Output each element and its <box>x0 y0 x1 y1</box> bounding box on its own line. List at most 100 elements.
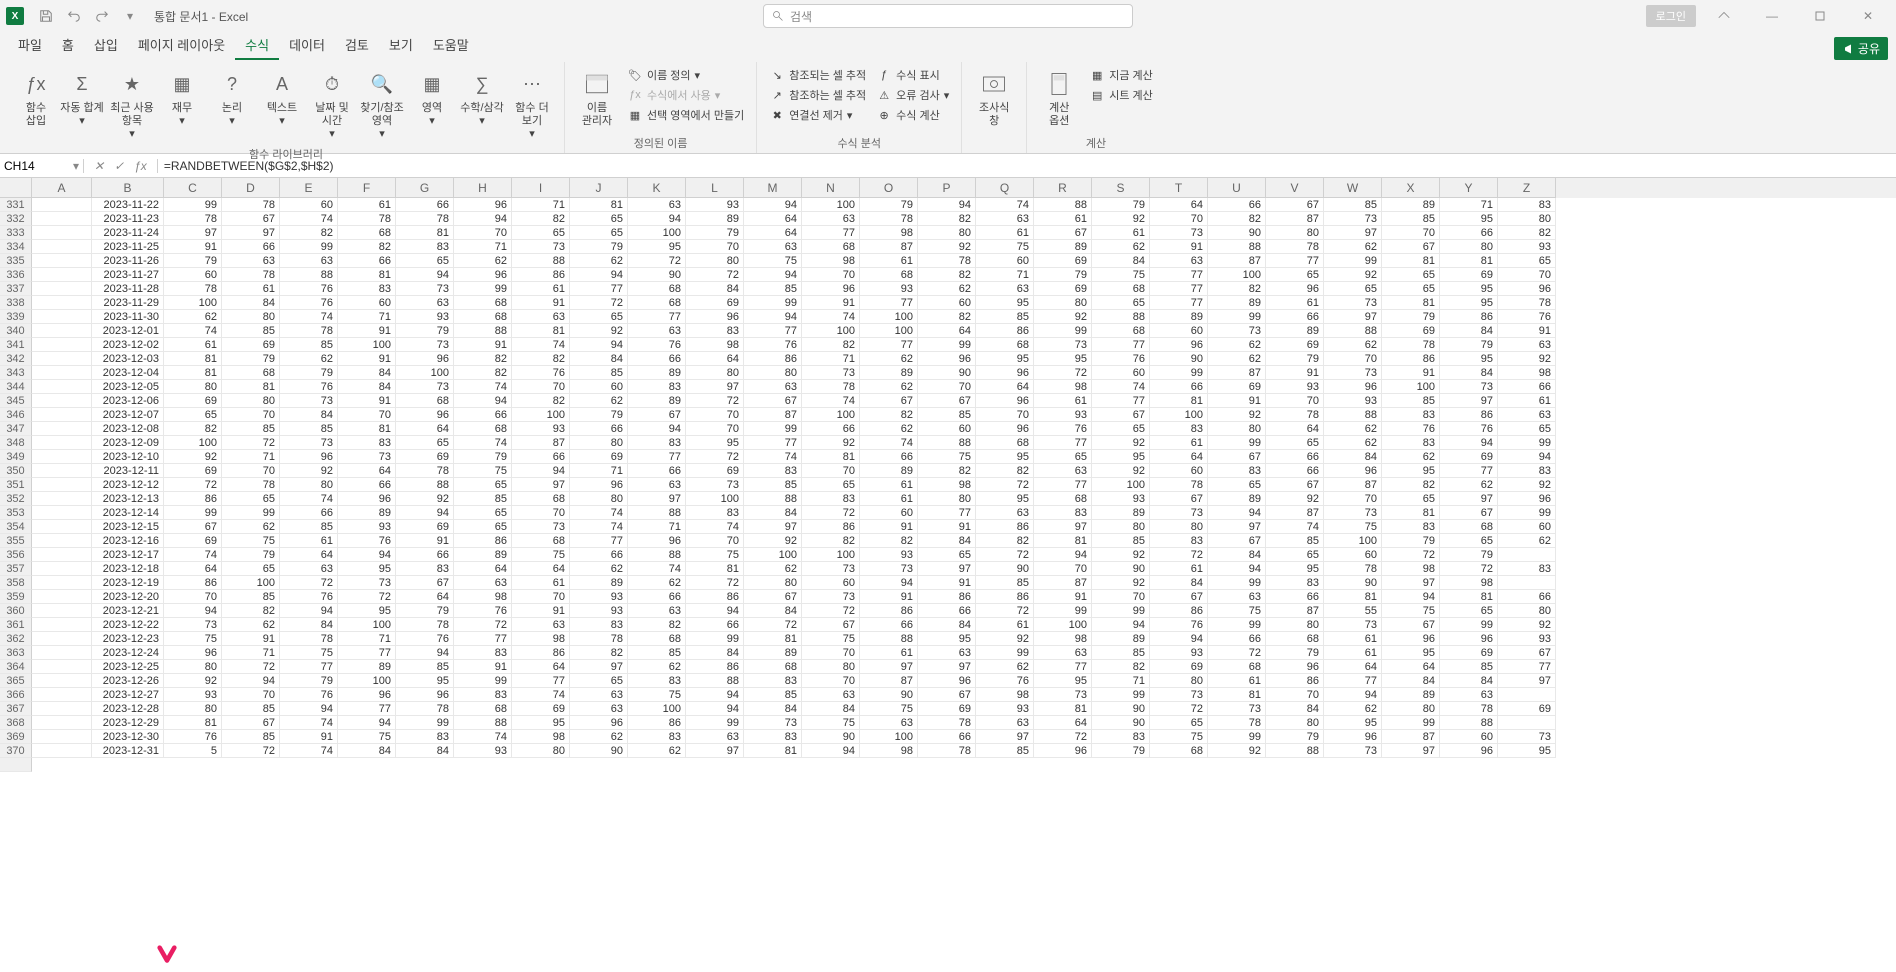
cell[interactable]: 86 <box>686 590 744 604</box>
cell[interactable]: 64 <box>918 324 976 338</box>
calculate-now-button[interactable]: ▦지금 계산 <box>1085 66 1157 84</box>
cell[interactable]: 63 <box>222 254 280 268</box>
row-header[interactable]: 364 <box>0 660 32 674</box>
cell[interactable]: 74 <box>802 394 860 408</box>
cell[interactable]: 78 <box>338 212 396 226</box>
cell[interactable] <box>32 408 92 422</box>
cell[interactable]: 70 <box>1324 352 1382 366</box>
cell[interactable]: 85 <box>222 702 280 716</box>
cell[interactable]: 77 <box>1034 660 1092 674</box>
cell[interactable]: 80 <box>744 366 802 380</box>
cell[interactable]: 96 <box>396 688 454 702</box>
cell[interactable]: 87 <box>512 436 570 450</box>
cell[interactable]: 99 <box>164 198 222 212</box>
cell[interactable]: 79 <box>1440 548 1498 562</box>
cell[interactable] <box>32 338 92 352</box>
cell[interactable] <box>1498 688 1556 702</box>
cell[interactable]: 82 <box>976 464 1034 478</box>
column-header-B[interactable]: B <box>92 178 164 198</box>
cell[interactable]: 85 <box>222 590 280 604</box>
cell[interactable]: 83 <box>628 730 686 744</box>
cell[interactable]: 95 <box>396 674 454 688</box>
cell[interactable]: 68 <box>454 296 512 310</box>
cell[interactable]: 95 <box>1440 282 1498 296</box>
row-header[interactable]: 345 <box>0 394 32 408</box>
cell[interactable]: 76 <box>744 338 802 352</box>
cell[interactable]: 77 <box>1440 464 1498 478</box>
ribbon-btn-10[interactable]: ⋯함수 더 보기 ▾ <box>508 66 556 144</box>
cell[interactable]: 92 <box>918 240 976 254</box>
cell[interactable]: 63 <box>396 296 454 310</box>
cell[interactable]: 72 <box>1382 548 1440 562</box>
cell[interactable]: 83 <box>1266 576 1324 590</box>
cell[interactable]: 77 <box>338 702 396 716</box>
cell[interactable] <box>32 254 92 268</box>
cell[interactable]: 68 <box>976 338 1034 352</box>
cell[interactable]: 65 <box>1092 296 1150 310</box>
cell[interactable]: 66 <box>1208 198 1266 212</box>
cell[interactable]: 71 <box>338 632 396 646</box>
cell[interactable]: 92 <box>164 450 222 464</box>
cell[interactable]: 72 <box>338 590 396 604</box>
row-header[interactable]: 349 <box>0 450 32 464</box>
cell[interactable]: 77 <box>744 324 802 338</box>
cell[interactable]: 65 <box>1382 282 1440 296</box>
cell[interactable]: 72 <box>1150 548 1208 562</box>
cell[interactable]: 92 <box>802 436 860 450</box>
cell[interactable]: 100 <box>1382 380 1440 394</box>
cell[interactable]: 66 <box>1266 450 1324 464</box>
cell[interactable]: 78 <box>164 282 222 296</box>
cell[interactable]: 92 <box>744 534 802 548</box>
cell[interactable]: 60 <box>1440 730 1498 744</box>
cell[interactable]: 78 <box>396 618 454 632</box>
cell[interactable]: 86 <box>1440 310 1498 324</box>
cell[interactable]: 66 <box>918 604 976 618</box>
cell[interactable] <box>32 450 92 464</box>
cell[interactable]: 95 <box>686 436 744 450</box>
cell[interactable]: 64 <box>744 212 802 226</box>
cell[interactable]: 73 <box>1208 702 1266 716</box>
cell[interactable]: 62 <box>976 660 1034 674</box>
cell[interactable]: 79 <box>396 604 454 618</box>
cell[interactable]: 73 <box>802 366 860 380</box>
cell[interactable]: 65 <box>1382 268 1440 282</box>
cell[interactable]: 72 <box>570 296 628 310</box>
cell[interactable]: 78 <box>918 716 976 730</box>
cell[interactable]: 68 <box>1208 660 1266 674</box>
cell[interactable]: 63 <box>512 618 570 632</box>
cell[interactable]: 79 <box>1034 268 1092 282</box>
column-header-Z[interactable]: Z <box>1498 178 1556 198</box>
cell[interactable]: 90 <box>1208 226 1266 240</box>
cell[interactable]: 67 <box>1034 226 1092 240</box>
cell[interactable]: 86 <box>628 716 686 730</box>
cell[interactable]: 73 <box>338 450 396 464</box>
cell[interactable]: 87 <box>1034 576 1092 590</box>
cell[interactable]: 67 <box>744 590 802 604</box>
cell[interactable]: 77 <box>512 674 570 688</box>
cell[interactable]: 93 <box>1498 240 1556 254</box>
column-header-H[interactable]: H <box>454 178 512 198</box>
cell[interactable]: 93 <box>1498 632 1556 646</box>
cell[interactable]: 85 <box>1382 394 1440 408</box>
cell[interactable]: 88 <box>1266 744 1324 758</box>
define-name-button[interactable]: 🏷이름 정의 ▾ <box>623 66 748 84</box>
cell[interactable]: 75 <box>1092 268 1150 282</box>
cell[interactable]: 92 <box>280 464 338 478</box>
cell[interactable]: 2023-12-02 <box>92 338 164 352</box>
cell[interactable]: 77 <box>744 436 802 450</box>
cell[interactable]: 87 <box>860 240 918 254</box>
cell[interactable]: 99 <box>686 716 744 730</box>
row-header[interactable]: 344 <box>0 380 32 394</box>
cell[interactable]: 76 <box>280 282 338 296</box>
cell[interactable]: 97 <box>1324 226 1382 240</box>
cell[interactable]: 64 <box>454 562 512 576</box>
cell[interactable] <box>32 520 92 534</box>
cell[interactable]: 83 <box>1208 464 1266 478</box>
cell[interactable]: 67 <box>222 212 280 226</box>
cell[interactable]: 98 <box>860 744 918 758</box>
cell[interactable]: 75 <box>1208 604 1266 618</box>
cell[interactable]: 99 <box>1208 730 1266 744</box>
cell[interactable]: 2023-12-13 <box>92 492 164 506</box>
cell[interactable]: 84 <box>802 702 860 716</box>
cell[interactable]: 68 <box>512 534 570 548</box>
